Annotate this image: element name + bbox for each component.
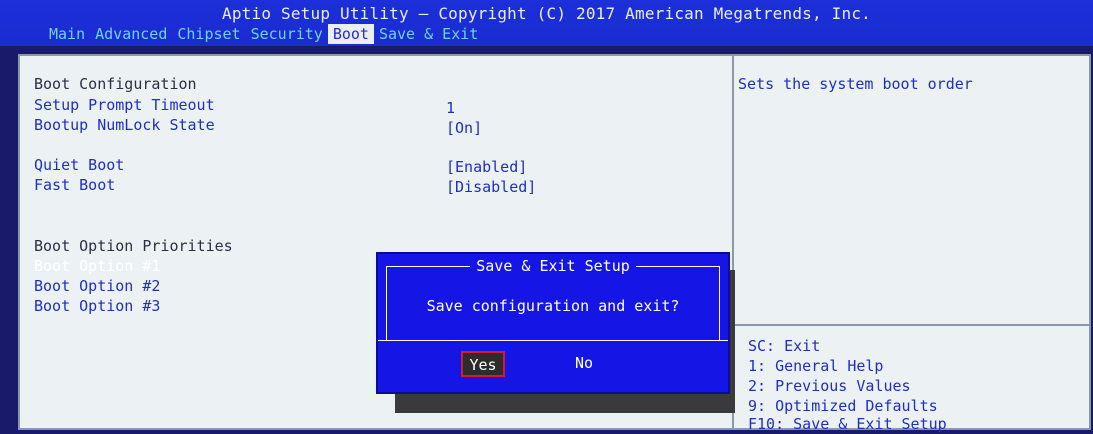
key-hint-exit: SC: Exit <box>748 337 821 355</box>
tab-bar: Main Advanced Chipset Security Boot Save… <box>44 24 483 44</box>
quiet-boot-value[interactable]: [Enabled] <box>446 157 527 177</box>
boot-option-3-label[interactable]: Boot Option #3 <box>34 296 160 316</box>
dialog-title: Save & Exit Setup <box>378 255 728 277</box>
boot-option-2-label[interactable]: Boot Option #2 <box>34 276 160 296</box>
yes-button[interactable]: Yes <box>461 351 505 377</box>
tab-chipset[interactable]: Chipset <box>172 24 245 44</box>
dialog-frame-separator <box>378 340 728 341</box>
boot-option-1-label[interactable]: Boot Option #1 <box>34 256 160 276</box>
tab-security[interactable]: Security <box>246 24 328 44</box>
tab-save-exit[interactable]: Save & Exit <box>374 24 483 44</box>
help-description: Sets the system boot order <box>738 75 973 93</box>
boot-option-priorities-heading: Boot Option Priorities <box>34 237 233 255</box>
key-hint-general-help: 1: General Help <box>748 357 884 375</box>
boot-configuration-heading: Boot Configuration <box>34 75 197 93</box>
save-exit-dialog: Save & Exit Setup Save configuration and… <box>376 252 730 394</box>
tab-boot[interactable]: Boot <box>327 24 374 44</box>
key-hint-optimized-defaults: 9: Optimized Defaults <box>748 397 938 415</box>
tab-main[interactable]: Main <box>44 24 90 44</box>
dialog-message: Save configuration and exit? <box>426 297 680 315</box>
setup-prompt-timeout-value[interactable]: 1 <box>446 98 455 118</box>
setup-prompt-timeout-label[interactable]: Setup Prompt Timeout <box>34 95 215 115</box>
panel-divider-horizontal <box>734 324 1089 326</box>
tab-advanced[interactable]: Advanced <box>90 24 172 44</box>
app-title: Aptio Setup Utility – Copyright (C) 2017… <box>222 4 871 23</box>
quiet-boot-label[interactable]: Quiet Boot <box>34 155 124 175</box>
no-button[interactable]: No <box>566 351 602 377</box>
bootup-numlock-state-value[interactable]: [On] <box>446 118 482 138</box>
bootup-numlock-state-label[interactable]: Bootup NumLock State <box>34 115 215 135</box>
fast-boot-value[interactable]: [Disabled] <box>446 177 536 197</box>
bios-header: Aptio Setup Utility – Copyright (C) 2017… <box>0 0 1093 46</box>
key-hint-previous-values: 2: Previous Values <box>748 377 911 395</box>
fast-boot-label[interactable]: Fast Boot <box>34 175 115 195</box>
key-hint-save-exit: F10: Save & Exit Setup <box>748 415 947 433</box>
